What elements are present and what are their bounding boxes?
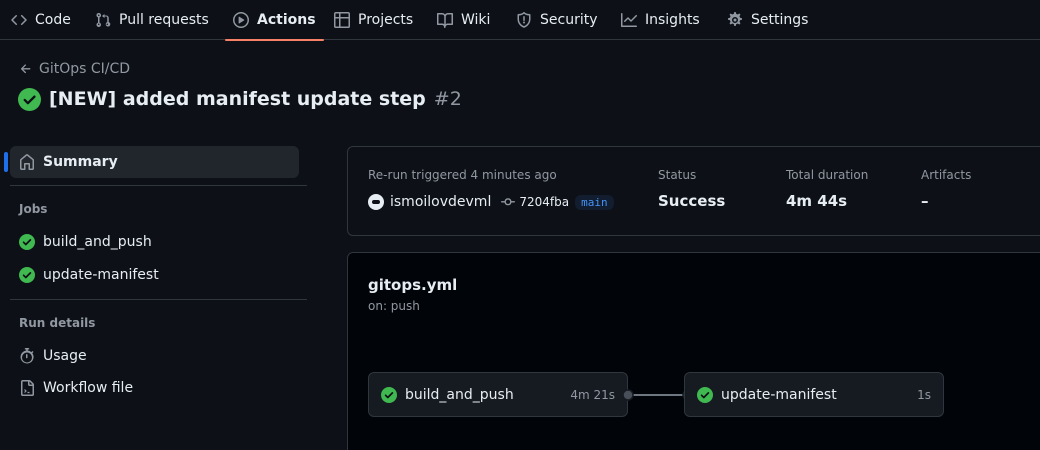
tab-pull-requests-label: Pull requests	[119, 12, 209, 28]
tab-actions[interactable]: Actions	[225, 0, 324, 41]
check-circle-fill-icon	[19, 267, 35, 283]
tab-settings-label: Settings	[751, 12, 809, 28]
run-sidebar: Summary Jobs build_and_push update-manif…	[0, 140, 310, 450]
job-node-duration: 4m 21s	[570, 387, 615, 402]
tab-projects[interactable]: Projects	[334, 0, 413, 40]
workflow-graph-card: gitops.yml on: push build_and_push 4m 21…	[347, 252, 1040, 450]
back-to-workflow-link[interactable]: GitOps CI/CD	[19, 59, 130, 79]
arrow-left-icon	[20, 64, 31, 74]
tab-code[interactable]: Code	[11, 0, 71, 40]
jobs-heading: Jobs	[19, 202, 48, 216]
tab-wiki[interactable]: Wiki	[437, 0, 490, 40]
job-node-name: update-manifest	[721, 386, 837, 403]
sidebar-divider	[10, 299, 307, 300]
job-node-update-manifest[interactable]: update-manifest 1s	[684, 372, 944, 417]
sidebar-item-workflow-file-label: Workflow file	[43, 380, 134, 396]
back-link-label: GitOps CI/CD	[39, 61, 131, 77]
sidebar-item-job-update-manifest[interactable]: update-manifest	[10, 259, 299, 291]
sidebar-divider	[10, 185, 307, 186]
home-icon	[19, 154, 34, 170]
status-value: Success	[658, 192, 726, 210]
job-node-build-and-push[interactable]: build_and_push 4m 21s	[368, 372, 628, 417]
sidebar-item-job-label: build_and_push	[43, 234, 152, 250]
tab-projects-label: Projects	[358, 12, 414, 28]
sidebar-item-summary[interactable]: Summary	[4, 146, 299, 178]
play-icon	[233, 12, 249, 28]
tab-security[interactable]: Security	[516, 0, 598, 40]
check-circle-fill-icon	[19, 234, 35, 250]
sidebar-item-usage-label: Usage	[43, 348, 87, 364]
sidebar-item-job-label: update-manifest	[43, 267, 159, 283]
workflow-trigger: on: push	[368, 299, 420, 313]
job-node-name: build_and_push	[405, 386, 514, 403]
table-icon	[334, 12, 350, 28]
run-details-heading: Run details	[19, 316, 96, 330]
run-title-text: [NEW] added manifest update step	[49, 88, 426, 110]
git-commit-icon	[501, 198, 516, 206]
file-icon	[21, 380, 34, 396]
stopwatch-icon	[20, 348, 34, 364]
avatar[interactable]	[368, 194, 384, 210]
tab-code-label: Code	[35, 12, 71, 28]
duration-value: 4m 44s	[786, 192, 848, 210]
commit-link[interactable]: 7204fba	[501, 195, 569, 209]
workflow-file-name: gitops.yml	[368, 276, 458, 294]
commit-sha: 7204fba	[519, 195, 570, 209]
sidebar-item-summary-label: Summary	[43, 154, 118, 170]
job-node-duration: 1s	[917, 387, 931, 402]
status-label: Status	[658, 168, 697, 182]
tab-pull-requests[interactable]: Pull requests	[95, 0, 209, 40]
run-summary-card: Re-run triggered 4 minutes ago ismoilovd…	[347, 146, 1040, 236]
code-icon	[11, 14, 27, 26]
run-number: #2	[433, 88, 462, 110]
tab-insights[interactable]: Insights	[621, 0, 700, 40]
gear-icon	[728, 12, 742, 26]
check-circle-fill-icon	[18, 87, 41, 111]
git-pull-request-icon	[96, 12, 111, 28]
tab-settings[interactable]: Settings	[727, 0, 808, 40]
sidebar-item-job-build-and-push[interactable]: build_and_push	[10, 226, 299, 258]
sidebar-item-usage[interactable]: Usage	[10, 340, 299, 372]
tab-security-label: Security	[540, 12, 598, 28]
duration-label: Total duration	[786, 168, 869, 182]
page-title: [NEW] added manifest update step #2	[18, 85, 462, 113]
artifacts-value: –	[921, 192, 929, 210]
actor-link[interactable]: ismoilovdevml	[390, 194, 491, 210]
trigger-label: Re-run triggered 4 minutes ago	[368, 168, 557, 182]
book-icon	[437, 12, 453, 28]
artifacts-label: Artifacts	[921, 168, 972, 182]
shield-icon	[517, 12, 531, 28]
check-circle-fill-icon	[697, 386, 713, 403]
tab-actions-label: Actions	[257, 12, 316, 28]
tab-wiki-label: Wiki	[461, 12, 491, 28]
check-circle-fill-icon	[381, 386, 397, 403]
graph-icon	[621, 13, 637, 27]
trigger-info: ismoilovdevml 7204fba main	[368, 192, 614, 212]
branch-badge[interactable]: main	[575, 194, 614, 210]
tab-insights-label: Insights	[645, 12, 700, 28]
sidebar-item-workflow-file[interactable]: Workflow file	[10, 372, 299, 404]
repo-nav: Code Pull requests Actions Projects Wiki…	[0, 0, 1040, 41]
